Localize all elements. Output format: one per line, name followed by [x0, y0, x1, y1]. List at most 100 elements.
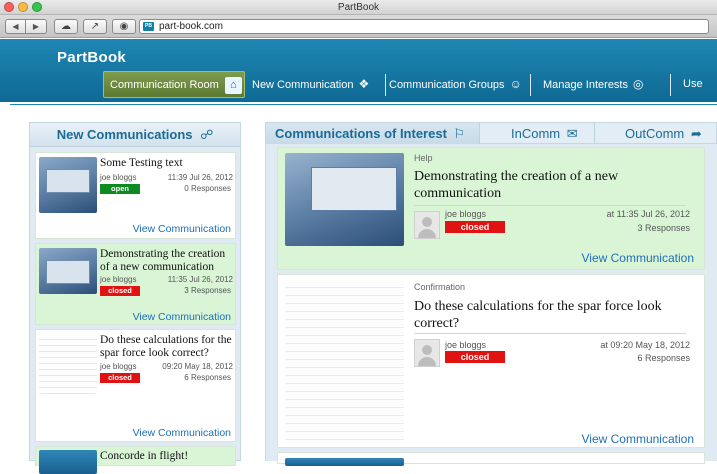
group-icon: ☺	[509, 77, 522, 91]
interest-card[interactable]: Confirmation Do these calculations for t…	[277, 274, 705, 448]
app-brand[interactable]: PartBook	[57, 49, 126, 66]
interest-card[interactable]: Help Demonstrating the creation of a new…	[277, 147, 705, 270]
nav-label: Use	[683, 78, 703, 90]
communication-title[interactable]: Do these calculations for the spar force…	[414, 298, 689, 332]
main-nav: Communication Room ⌂ New Communication ❖ C…	[0, 71, 717, 98]
timestamp: 09:20 May 18, 2012	[162, 362, 233, 371]
thumbnail-window	[46, 169, 90, 193]
reader-icon[interactable]: ◉	[112, 19, 136, 34]
thumbnail-window	[311, 167, 397, 211]
avatar	[414, 211, 440, 239]
tab-outcomm[interactable]: OutComm ➦	[625, 123, 702, 145]
card-divider	[414, 205, 686, 206]
back-button[interactable]: ◀	[6, 20, 26, 33]
communication-thumbnail[interactable]	[39, 157, 97, 213]
author-name: joe bloggs	[100, 173, 137, 182]
site-favicon: PB	[143, 22, 154, 31]
status-badge: open	[100, 184, 140, 194]
list-item[interactable]: Some Testing text joe bloggs 11:39 Jul 2…	[35, 152, 236, 239]
share-icon[interactable]: ↗	[83, 19, 107, 34]
thumbnail-window	[46, 260, 90, 284]
view-communication-link[interactable]: View Communication	[582, 432, 695, 446]
author-name: joe bloggs	[100, 362, 137, 371]
nav-use[interactable]: Use	[683, 71, 703, 98]
new-communications-panel: New Communications ☍ Some Testing text j…	[29, 122, 241, 474]
nav-divider	[385, 74, 386, 96]
author-name: joe bloggs	[445, 209, 487, 219]
envelope-icon: ✉	[566, 126, 578, 141]
nav-label: New Communication	[252, 79, 354, 91]
communication-title[interactable]: Demonstrating the creation of a new comm…	[100, 248, 236, 274]
maximize-window-button[interactable]	[32, 2, 42, 12]
timestamp: at 11:35 Jul 26, 2012	[606, 209, 690, 219]
status-badge: closed	[100, 286, 140, 296]
card-divider	[414, 333, 686, 334]
tab-label: Communications of Interest	[275, 126, 447, 141]
tab-label: OutComm	[625, 126, 685, 141]
url-text[interactable]: part-book.com	[159, 20, 223, 33]
header-divider	[10, 104, 717, 105]
minimize-window-button[interactable]	[18, 2, 28, 12]
view-communication-link[interactable]: View Communication	[133, 223, 231, 235]
app-header: PartBook Communication Room ⌂ New Communi…	[0, 39, 717, 102]
view-communication-link[interactable]: View Communication	[582, 251, 695, 265]
response-count: 3 Responses	[184, 286, 231, 295]
interest-card[interactable]	[277, 452, 705, 466]
nav-divider	[530, 74, 531, 96]
address-bar[interactable]: PB part-book.com	[139, 19, 709, 34]
tab-divider	[594, 123, 595, 145]
nav-manage-interests[interactable]: Manage Interests ◎	[543, 71, 643, 98]
nav-divider	[670, 74, 671, 96]
communications-tabs: Communications of Interest ⚐ InComm ✉ Ou…	[265, 122, 717, 145]
category-label: Confirmation	[414, 282, 466, 292]
communication-title[interactable]: Concorde in flight!	[100, 450, 236, 463]
close-window-button[interactable]	[4, 2, 14, 12]
home-icon: ⌂	[224, 76, 242, 94]
view-communication-link[interactable]: View Communication	[133, 311, 231, 323]
back-forward-group: ◀ ▶	[5, 19, 47, 34]
category-label: Help	[414, 153, 433, 163]
communication-thumbnail[interactable]	[285, 153, 404, 246]
communication-title[interactable]: Demonstrating the creation of a new comm…	[414, 168, 689, 202]
nav-communication-room[interactable]: Communication Room ⌂	[103, 71, 245, 98]
panel-header: New Communications ☍	[30, 123, 240, 147]
timestamp: at 09:20 May 18, 2012	[600, 340, 690, 350]
list-item[interactable]: Do these calculations for the spar force…	[35, 329, 236, 442]
list-item[interactable]: Demonstrating the creation of a new comm…	[35, 243, 236, 325]
timestamp: 11:39 Jul 26, 2012	[167, 173, 233, 182]
nav-label: Communication Room	[110, 79, 219, 91]
nav-label: Communication Groups	[389, 79, 505, 91]
communications-of-interest-panel: Help Demonstrating the creation of a new…	[265, 144, 717, 466]
globe-icon: ☍	[200, 127, 214, 142]
communication-thumbnail[interactable]	[285, 280, 404, 444]
tab-communications-of-interest[interactable]: Communications of Interest ⚐	[266, 123, 480, 145]
communication-thumbnail[interactable]	[39, 334, 97, 394]
view-communication-link[interactable]: View Communication	[133, 427, 231, 439]
communication-thumbnail[interactable]	[39, 248, 97, 294]
tab-label: InComm	[511, 126, 561, 141]
communication-thumbnail[interactable]	[39, 450, 97, 474]
speech-bubble-icon: ❖	[358, 77, 370, 91]
timestamp: 11:35 Jul 26, 2012	[167, 275, 233, 284]
communication-title[interactable]: Do these calculations for the spar force…	[100, 334, 236, 360]
response-count: 3 Responses	[637, 223, 690, 233]
author-name: joe bloggs	[445, 340, 487, 350]
window-titlebar: PartBook	[0, 0, 717, 15]
list-item[interactable]: Concorde in flight!	[35, 446, 236, 474]
response-count: 6 Responses	[184, 373, 231, 382]
nav-label: Manage Interests	[543, 79, 628, 91]
nav-new-communication[interactable]: New Communication ❖	[252, 71, 369, 98]
tab-incomm[interactable]: InComm ✉	[511, 123, 578, 145]
forward-icon: ➦	[690, 126, 702, 141]
communication-thumbnail[interactable]	[285, 458, 404, 466]
nav-communication-groups[interactable]: Communication Groups ☺	[389, 71, 522, 98]
panel-title: New Communications	[56, 127, 193, 142]
forward-button[interactable]: ▶	[26, 20, 46, 33]
window-title: PartBook	[337, 2, 380, 13]
cloud-icon[interactable]: ☁	[54, 19, 78, 34]
lightbulb-icon: ◎	[633, 77, 644, 91]
communication-title[interactable]: Some Testing text	[100, 157, 236, 170]
response-count: 6 Responses	[637, 353, 690, 363]
browser-toolbar: ◀ ▶ ☁ ↗ ◉ PB part-book.com	[0, 15, 717, 38]
status-badge: closed	[445, 221, 505, 233]
